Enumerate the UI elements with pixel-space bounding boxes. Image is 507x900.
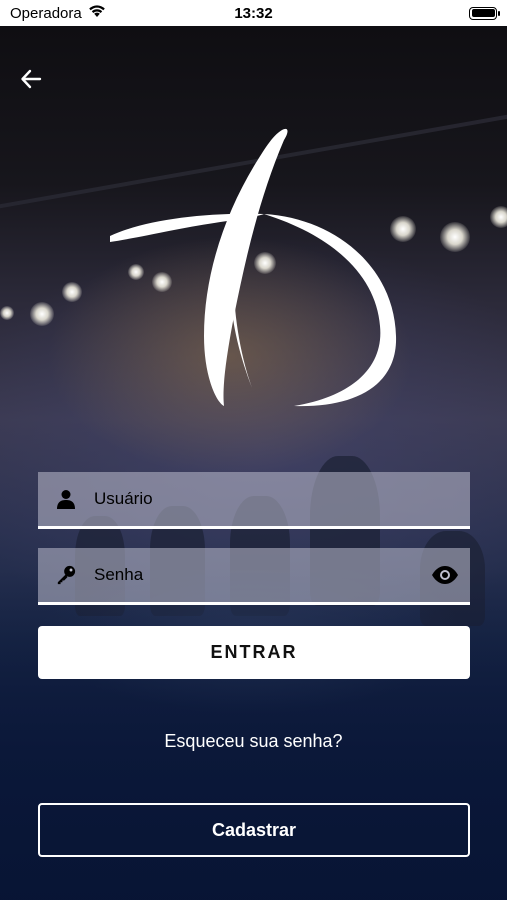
login-screen: ENTRAR Esqueceu sua senha? Cadastrar bbox=[0, 26, 507, 900]
status-left: Operadora bbox=[10, 4, 106, 22]
stage-light bbox=[0, 306, 14, 320]
username-input[interactable] bbox=[94, 489, 470, 509]
battery-level-fill bbox=[471, 9, 495, 17]
stage-light bbox=[30, 302, 54, 326]
forgot-password-link[interactable]: Esqueceu sua senha? bbox=[0, 731, 507, 752]
status-time: 13:32 bbox=[234, 4, 273, 22]
login-button[interactable]: ENTRAR bbox=[38, 626, 470, 679]
back-button[interactable] bbox=[14, 64, 48, 98]
status-bar: Operadora 13:32 bbox=[0, 0, 507, 26]
user-icon bbox=[56, 489, 76, 509]
eye-icon[interactable] bbox=[430, 565, 460, 585]
wifi-icon bbox=[88, 4, 106, 22]
password-field[interactable] bbox=[38, 548, 470, 605]
username-field[interactable] bbox=[38, 472, 470, 529]
password-input[interactable] bbox=[94, 565, 430, 585]
arrow-left-icon bbox=[20, 68, 42, 95]
stage-light bbox=[440, 222, 470, 252]
brand-logo-icon bbox=[104, 126, 404, 411]
battery-icon bbox=[469, 6, 500, 20]
key-icon bbox=[56, 565, 76, 585]
carrier-label: Operadora bbox=[10, 4, 82, 22]
stage-light bbox=[490, 206, 507, 228]
register-button[interactable]: Cadastrar bbox=[38, 803, 470, 857]
stage-light bbox=[62, 282, 82, 302]
